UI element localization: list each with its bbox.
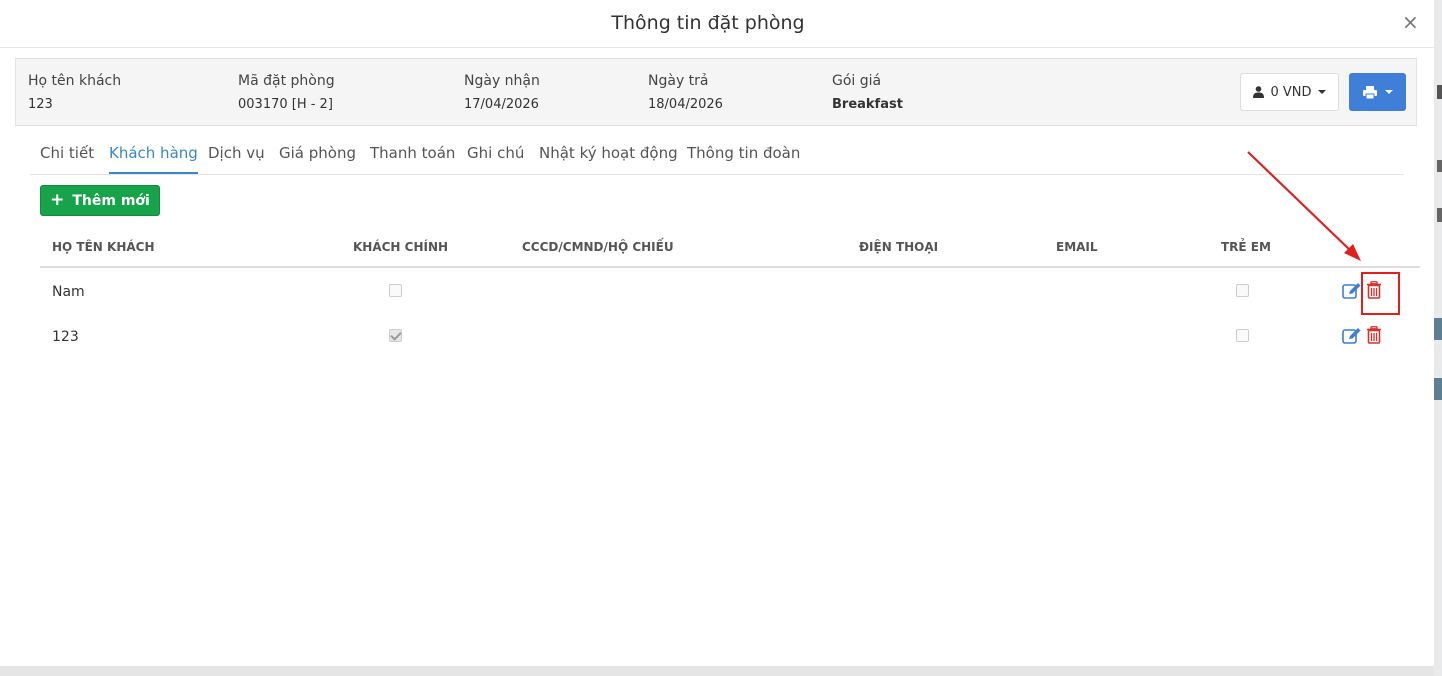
plus-icon: +	[50, 190, 65, 210]
edit-icon[interactable]	[1342, 327, 1362, 345]
checkout-label: Ngày trả	[648, 73, 709, 89]
header-email: EMAIL	[1056, 240, 1098, 254]
guest-name-value: 123	[28, 97, 53, 112]
booking-summary-panel: Họ tên khách 123 Mã đặt phòng 003170 [H …	[15, 58, 1417, 126]
checkin-field: Ngày nhận 17/04/2026	[464, 73, 540, 112]
guest-name-field: Họ tên khách 123	[28, 73, 121, 112]
edit-icon[interactable]	[1342, 282, 1362, 300]
background-fragment	[1434, 318, 1442, 340]
tab-thong-tin-doan[interactable]: Thông tin đoàn	[687, 144, 800, 172]
rate-plan-value: Breakfast	[832, 97, 903, 112]
rate-plan-label: Gói giá	[832, 73, 882, 89]
child-checkbox[interactable]	[1236, 284, 1249, 297]
table-row: Nam	[40, 268, 1420, 313]
tab-nhat-ky-hoat-dong[interactable]: Nhật ký hoạt động	[539, 144, 678, 172]
guest-name-cell: Nam	[52, 284, 85, 300]
tab-bar: Chi tiết Khách hàng Dịch vụ Giá phòng Th…	[30, 138, 1404, 175]
header-phone: ĐIỆN THOẠI	[859, 240, 939, 254]
dialog-header: Thông tin đặt phòng ×	[0, 0, 1434, 48]
table-header-row: HỌ TÊN KHÁCH KHÁCH CHÍNH CCCD/CMND/HỘ CH…	[40, 227, 1420, 268]
tab-ghi-chu[interactable]: Ghi chú	[467, 144, 524, 172]
add-guest-label: Thêm mới	[72, 192, 150, 209]
rate-plan-field: Gói giá Breakfast	[832, 73, 903, 112]
header-child: TRẺ EM	[1221, 240, 1271, 254]
checkout-field: Ngày trả 18/04/2026	[648, 73, 723, 112]
dialog-title: Thông tin đặt phòng	[611, 12, 805, 34]
main-guest-checkbox[interactable]	[389, 284, 402, 297]
header-guest-name: HỌ TÊN KHÁCH	[52, 240, 155, 254]
annotation-highlight-box	[1361, 272, 1400, 315]
guest-table: HỌ TÊN KHÁCH KHÁCH CHÍNH CCCD/CMND/HỘ CH…	[40, 227, 1420, 358]
main-guest-checkbox[interactable]	[389, 329, 402, 342]
chevron-down-icon	[1317, 90, 1326, 94]
tab-thanh-toan[interactable]: Thanh toán	[370, 144, 455, 172]
background-fragment	[1437, 208, 1442, 222]
child-checkbox[interactable]	[1236, 329, 1249, 342]
background-fragment	[1437, 160, 1442, 172]
guest-name-label: Họ tên khách	[28, 73, 122, 89]
balance-label: 0 VND	[1270, 84, 1312, 100]
checkin-value: 17/04/2026	[464, 97, 539, 112]
table-row: 123	[40, 313, 1420, 358]
checkout-value: 18/04/2026	[648, 97, 723, 112]
tab-khach-hang[interactable]: Khách hàng	[109, 144, 198, 174]
chevron-down-icon	[1384, 90, 1393, 94]
booking-info-dialog: Thông tin đặt phòng × Họ tên khách 123 M…	[0, 0, 1434, 666]
background-page-edge	[1434, 0, 1442, 676]
guest-name-cell: 123	[52, 329, 79, 345]
tab-chi-tiet[interactable]: Chi tiết	[40, 144, 94, 172]
close-icon[interactable]: ×	[1402, 10, 1419, 34]
balance-dropdown-button[interactable]: 0 VND	[1240, 73, 1339, 111]
print-dropdown-button[interactable]	[1349, 73, 1406, 111]
tab-dich-vu[interactable]: Dịch vụ	[208, 144, 265, 172]
background-fragment	[1437, 85, 1442, 99]
trash-icon[interactable]	[1366, 326, 1382, 344]
print-icon	[1362, 85, 1377, 99]
checkin-label: Ngày nhận	[464, 73, 540, 89]
booking-code-value: 003170 [H - 2]	[238, 97, 333, 112]
background-fragment	[1434, 378, 1442, 400]
user-icon	[1253, 86, 1265, 98]
dialog-bottom-edge	[0, 666, 1434, 676]
header-id-number: CCCD/CMND/HỘ CHIẾU	[522, 240, 674, 254]
tab-gia-phong[interactable]: Giá phòng	[279, 144, 356, 172]
booking-code-label: Mã đặt phòng	[238, 73, 335, 89]
booking-code-field: Mã đặt phòng 003170 [H - 2]	[238, 73, 335, 112]
add-guest-button[interactable]: + Thêm mới	[40, 185, 160, 216]
header-main-guest: KHÁCH CHÍNH	[353, 240, 449, 254]
